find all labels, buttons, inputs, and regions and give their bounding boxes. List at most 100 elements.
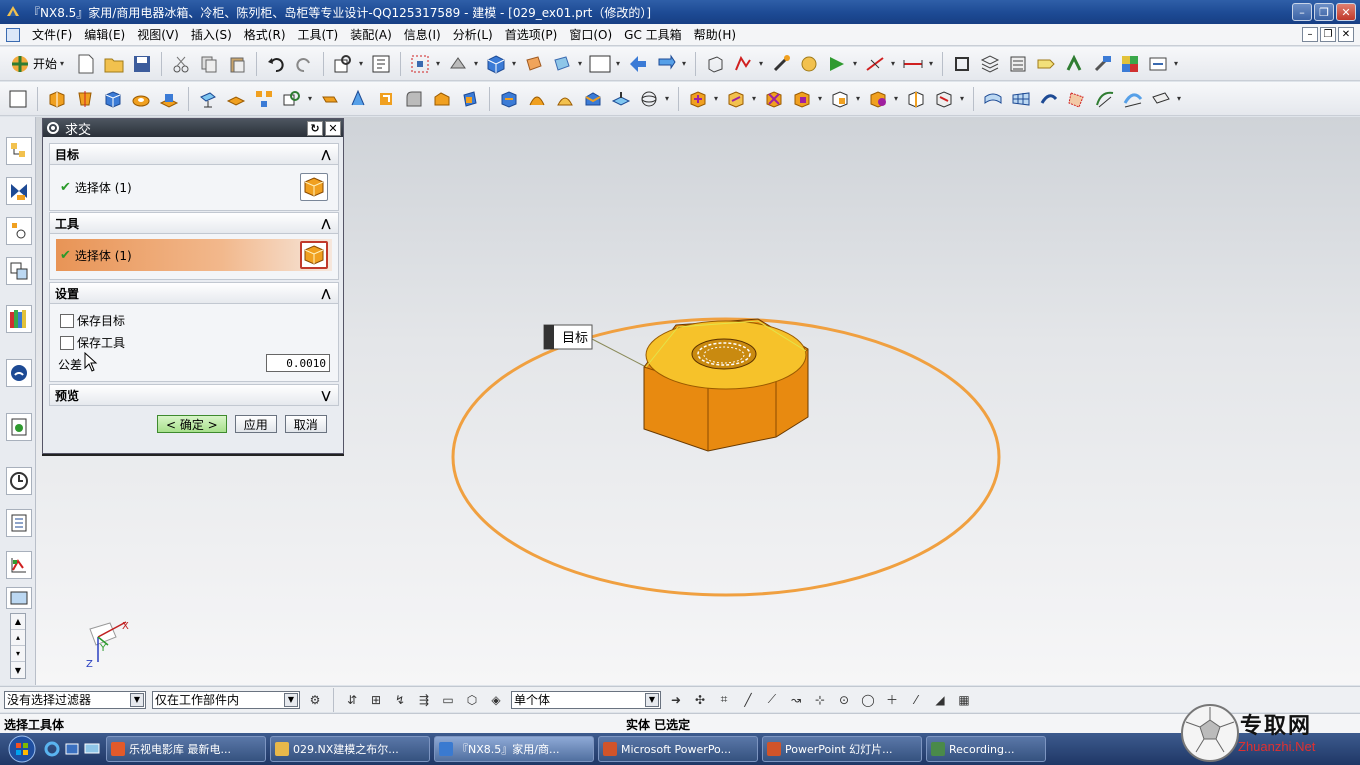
layer-settings-icon[interactable] [1006,52,1030,76]
pad-icon[interactable] [224,87,248,111]
hide-show-icon[interactable] [797,52,821,76]
system-materials-icon[interactable] [6,509,32,537]
assembly-navigator-icon[interactable] [6,137,32,165]
redo-icon[interactable] [292,52,316,76]
snap-intersect-icon[interactable]: ⊹ [811,691,829,709]
tag-icon[interactable] [1034,52,1058,76]
revolve-icon[interactable] [73,87,97,111]
scroll-up-icon[interactable]: ▴ [11,630,25,646]
emboss-icon[interactable] [609,87,633,111]
target-select-body-row[interactable]: ✔ 选择体 (1) [56,171,332,203]
deselect-icon[interactable]: ↯ [391,691,409,709]
subtract-icon[interactable] [318,87,342,111]
chevron-up-icon[interactable]: ⋀ [318,215,334,231]
sketch-rect-icon[interactable] [6,87,30,111]
tool-select-body-row[interactable]: ✔ 选择体 (1) [56,239,332,271]
save-icon[interactable] [130,52,154,76]
background-icon[interactable] [588,52,612,76]
chevron-down-icon[interactable]: ▼ [284,692,298,707]
menu-info[interactable]: 信息(I) [398,26,447,43]
keep-tool-checkbox-row[interactable]: 保存工具 [60,334,125,351]
edge-blend-icon[interactable] [402,87,426,111]
pull-face-icon[interactable] [724,87,748,111]
n-sided-surface-icon[interactable] [1121,87,1145,111]
sphere-icon[interactable] [637,87,661,111]
cut-icon[interactable] [169,52,193,76]
snap-mid-icon[interactable]: ⟋ [763,691,781,709]
menu-edit[interactable]: 编辑(E) [78,26,131,43]
filter-settings-icon[interactable]: ⚙ [306,691,324,709]
history-clock-icon[interactable] [6,467,32,495]
tolerance-input[interactable] [266,354,330,372]
menu-view[interactable]: 视图(V) [131,26,185,43]
resource-bar-scroller[interactable]: ▲ ▴ ▾ ▼ [10,613,26,679]
through-curves-icon[interactable] [981,87,1005,111]
linked-face-icon[interactable] [932,87,956,111]
thicken-icon[interactable] [581,87,605,111]
studio-surface-icon[interactable] [1093,87,1117,111]
tool-section-header[interactable]: 工具 ⋀ [49,212,339,234]
hd3d-tools-icon[interactable] [6,359,32,387]
chevron-up-icon[interactable]: ⋀ [318,146,334,162]
copy-face-icon[interactable] [904,87,928,111]
preview-section-header[interactable]: 预览 ⋁ [49,384,339,406]
document-icon[interactable] [6,27,20,42]
customize-toolbar-icon[interactable] [1146,52,1170,76]
menu-assembly[interactable]: 装配(A) [344,26,398,43]
select-body-cube-icon[interactable] [300,241,328,269]
constraint-navigator-icon[interactable] [6,177,32,205]
select-all-icon[interactable]: ⇵ [343,691,361,709]
taskbar-item-recording[interactable]: Recording... [926,736,1046,762]
taskbar-item-powerpoint[interactable]: Microsoft PowerPo... [598,736,758,762]
gear-icon[interactable] [45,120,61,136]
snap-control-icon[interactable]: ↝ [787,691,805,709]
menu-tools[interactable]: 工具(T) [292,26,345,43]
intersect-icon[interactable] [346,87,370,111]
minimize-button[interactable]: – [1292,3,1312,21]
extension-surface-icon[interactable] [1149,87,1173,111]
measure-length-icon[interactable] [901,52,925,76]
layer-stack-icon[interactable] [978,52,1002,76]
settings-section-header[interactable]: 设置 ⋀ [49,282,339,304]
split-body-icon[interactable] [525,87,549,111]
snap-point-icon[interactable]: ＋ [883,691,901,709]
orient-arrow-icon[interactable] [654,52,678,76]
undo-icon[interactable] [264,52,288,76]
chevron-down-icon[interactable]: ▼ [130,692,144,707]
menu-preferences[interactable]: 首选项(P) [499,26,564,43]
doc-restore-button[interactable]: ❐ [1320,27,1336,42]
extrude-icon[interactable] [45,87,69,111]
taskbar-item-folder[interactable]: 029.NX建模之布尔... [270,736,430,762]
shaded-cube-icon[interactable] [484,52,508,76]
menu-help[interactable]: 帮助(H) [688,26,742,43]
apply-button[interactable]: 应用 [234,415,277,433]
windows-start-icon[interactable] [4,734,40,764]
chevron-down-icon[interactable]: ⋁ [318,387,334,403]
move-face-icon[interactable] [686,87,710,111]
rectangle-select-icon[interactable]: ▭ [439,691,457,709]
solid-body-filter-icon[interactable]: ⬡ [463,691,481,709]
scroll-bottom-icon[interactable]: ▼ [11,662,25,678]
hammer-tool-icon[interactable] [1090,52,1114,76]
chamfer-icon[interactable] [430,87,454,111]
selection-arrow-icon[interactable] [825,52,849,76]
snap-on-face-icon[interactable]: ◢ [931,691,949,709]
taskbar-item-browser[interactable]: 乐视电影库 最新电... [106,736,266,762]
replace-face-icon[interactable] [790,87,814,111]
menu-insert[interactable]: 插入(S) [185,26,238,43]
mesh-surface-icon[interactable] [1009,87,1033,111]
section-view-icon[interactable] [731,52,755,76]
view-triad-icon[interactable] [550,52,574,76]
keep-tool-checkbox[interactable] [60,335,74,350]
web-browser-icon[interactable] [6,413,32,441]
measure-distance-icon[interactable] [863,52,887,76]
open-folder-icon[interactable] [102,52,126,76]
selection-scope-dropdown[interactable]: 仅在工作部件内 ▼ [152,690,300,709]
reset-icon[interactable]: ↻ [307,120,323,136]
unite-icon[interactable] [280,87,304,111]
chevron-down-icon[interactable]: ▼ [645,692,659,707]
fit-view-icon[interactable] [408,52,432,76]
taskbar-item-nx[interactable]: 『NX8.5』家用/商... [434,736,594,762]
cancel-button[interactable]: 取消 [284,415,327,433]
ruled-surface-icon[interactable] [1065,87,1089,111]
